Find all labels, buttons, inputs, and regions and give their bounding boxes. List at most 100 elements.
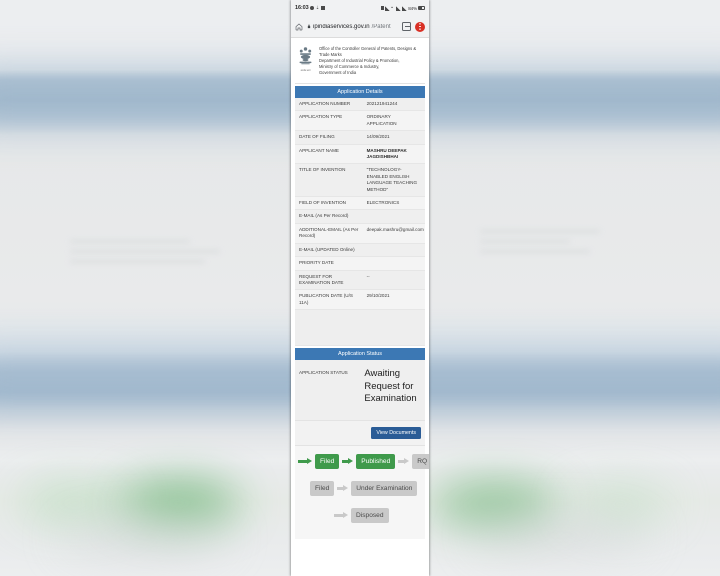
application-flow-diagram: Filed Published RQ Filed Under Examination … <box>295 445 429 539</box>
detail-value <box>362 209 425 224</box>
background-blur-grey-left <box>60 522 230 552</box>
table-row: FIELD OF INVENTION ELECTRONICS <box>295 196 425 211</box>
detail-value: -- <box>362 270 425 291</box>
table-row: TITLE OF INVENTION "TECHNOLOGY-ENABLED EN… <box>295 163 425 198</box>
web-page-body: सत्यमेव जयते Office of the Controller Ge… <box>291 38 429 576</box>
detail-label: APPLICATION TYPE <box>295 110 363 132</box>
detail-label: DATE OF FILING <box>295 130 363 145</box>
table-row: APPLICATION TYPE ORDINARY APPLICATION <box>295 110 425 132</box>
detail-value: deepak.mashru@gmail.com <box>362 223 425 244</box>
flow-node: Disposed <box>351 507 389 523</box>
india-emblem-icon: सत्यमेव जयते <box>297 46 314 72</box>
phone-screenshot-panel: 16:03 ⇣ • 84% ipindiaservices.gov.in /Pa… <box>291 0 429 576</box>
detail-label: E-MAIL (As Per Record) <box>295 209 363 224</box>
flow-node: RQ <box>412 453 429 469</box>
table-row: REQUEST FOR EXAMINATION DATE -- <box>295 270 425 291</box>
gov-line-4: Government of India <box>319 70 357 75</box>
table-row: E-MAIL (UPDATED Online) <box>295 243 425 258</box>
view-documents-button[interactable]: View Documents <box>371 426 421 439</box>
flow-row-filed-published-rq: Filed Published RQ <box>298 453 429 469</box>
table-row: PRIORITY DATE <box>295 256 425 271</box>
application-status-value: Awaiting Request for Examination <box>364 368 417 405</box>
application-status-row: APPLICATION STATUS Awaiting Request for … <box>295 360 425 420</box>
lock-icon <box>307 24 311 29</box>
detail-label: PRIORITY DATE <box>295 256 363 271</box>
application-details-table: APPLICATION NUMBER 202121941244 APPLICATIO… <box>295 98 425 311</box>
background-blur-green-right-b <box>570 488 670 520</box>
government-header-text: Office of the Controller General of Pate… <box>319 46 423 76</box>
wifi-icon <box>385 5 391 11</box>
application-status-label: APPLICATION STATUS <box>299 370 348 376</box>
android-status-bar: 16:03 ⇣ • 84% <box>291 0 429 16</box>
details-table-spacer <box>295 310 425 347</box>
detail-label: PUBLICATION DATE (U/S 11A) <box>295 289 363 311</box>
application-status-heading: Application Status <box>295 348 425 361</box>
status-clock: 16:03 <box>295 5 309 11</box>
flow-node: Under Examination <box>351 480 418 496</box>
calendar-icon <box>321 5 325 11</box>
url-path: /Patent <box>371 23 391 30</box>
background-blur-grey-right <box>470 520 650 550</box>
detail-value: 29/10/2021 <box>362 289 425 311</box>
detail-label: APPLICANT NAME <box>295 144 363 165</box>
flow-arrow-icon <box>298 457 312 465</box>
detail-label: E-MAIL (UPDATED Online) <box>295 243 363 258</box>
background-blur-green-left-b <box>118 482 240 524</box>
url-domain: ipindiaservices.gov.in <box>313 23 370 30</box>
background-blur-line-4 <box>480 230 600 233</box>
address-bar[interactable]: ipindiaservices.gov.in/Patent <box>307 24 398 30</box>
background-blur-green-left-a <box>20 486 130 520</box>
flow-arrow-icon <box>334 511 348 519</box>
table-row: APPLICATION NUMBER 202121941244 <box>295 98 425 112</box>
background-blur-line-2 <box>70 250 220 253</box>
background-blur-line-6 <box>480 250 590 253</box>
detail-label: REQUEST FOR EXAMINATION DATE <box>295 270 363 291</box>
gov-line-1: Office of the Controller General of Pate… <box>319 46 417 57</box>
detail-value: MASHRU DEEPAK JAGDISHBHAI <box>362 144 425 165</box>
table-row: E-MAIL (As Per Record) <box>295 209 425 224</box>
detail-label: APPLICATION NUMBER <box>295 98 363 112</box>
ashoka-emblem-svg <box>299 47 312 65</box>
screen-root: 16:03 ⇣ • 84% ipindiaservices.gov.in /Pa… <box>0 0 720 576</box>
detail-value <box>362 243 425 258</box>
detail-value: 14/09/2021 <box>362 130 425 145</box>
table-row: PUBLICATION DATE (U/S 11A) 29/10/2021 <box>295 289 425 311</box>
download-icon: ⇣ <box>315 5 320 10</box>
background-blur-line-5 <box>480 240 570 243</box>
flow-node: Filed <box>315 453 340 469</box>
message-icon <box>310 6 315 10</box>
home-icon[interactable] <box>295 23 303 31</box>
battery-icon <box>418 6 425 10</box>
detail-label: FIELD OF INVENTION <box>295 196 363 211</box>
emblem-caption: सत्यमेव जयते <box>300 69 311 72</box>
detail-value: ELECTRONICS <box>362 196 425 211</box>
detail-value: "TECHNOLOGY-ENABLED ENGLISH LANGUAGE TEA… <box>362 163 425 198</box>
menu-icon[interactable] <box>415 21 425 32</box>
signal-icon <box>396 5 402 11</box>
background-blur-green-right-a <box>432 484 558 524</box>
table-row: APPLICANT NAME MASHRU DEEPAK JAGDISHBHAI <box>295 144 425 165</box>
detail-label: TITLE OF INVENTION <box>295 163 363 198</box>
detail-value: ORDINARY APPLICATION <box>362 110 425 132</box>
battery-percent-label: 84% <box>408 5 417 11</box>
detail-value <box>362 256 425 271</box>
documents-bar: View Documents <box>295 419 425 446</box>
flow-arrow-icon <box>398 457 410 465</box>
flow-arrow-icon <box>337 484 349 492</box>
table-row: DATE OF FILING 14/09/2021 <box>295 130 425 145</box>
detail-label: ADDITIONAL-EMAIL (As Per Record) <box>295 223 363 244</box>
background-blur-line-1 <box>70 240 190 243</box>
background-blur-line-3 <box>70 260 205 263</box>
flow-arrow-icon <box>342 457 354 465</box>
table-row: ADDITIONAL-EMAIL (As Per Record) deepak.m… <box>295 223 425 244</box>
screenshot-icon <box>380 5 385 11</box>
detail-value: 202121941244 <box>362 98 425 112</box>
government-header: सत्यमेव जयते Office of the Controller Ge… <box>295 38 425 84</box>
flow-node: Published <box>356 453 396 469</box>
application-details-heading: Application Details <box>295 86 425 98</box>
tabs-icon[interactable] <box>402 22 411 31</box>
vpn-icon: • <box>391 5 393 10</box>
browser-toolbar: ipindiaservices.gov.in/Patent <box>291 16 429 38</box>
flow-row-under-examination: Filed Under Examination <box>298 480 422 496</box>
flow-row-disposed: Disposed <box>298 507 422 523</box>
